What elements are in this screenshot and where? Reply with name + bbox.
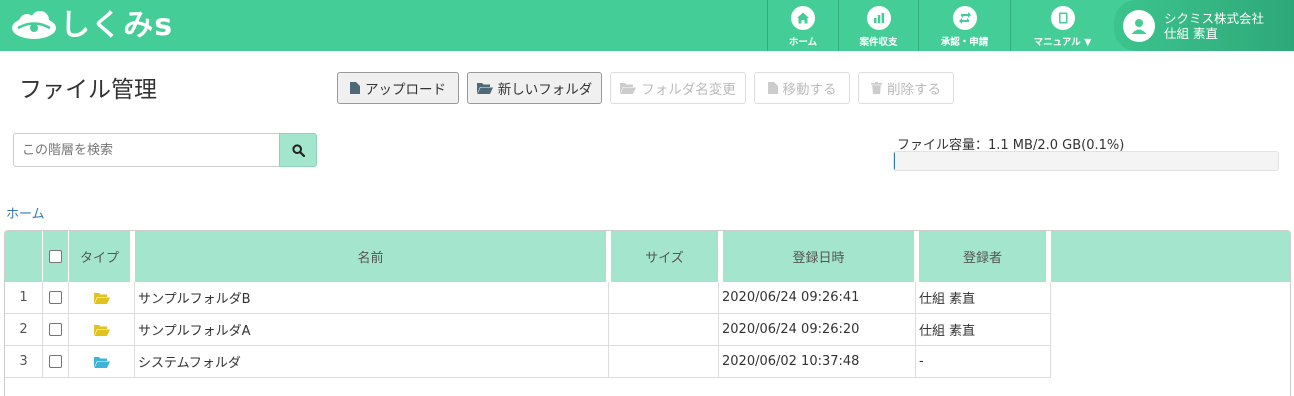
nav-approval[interactable]: 承認・申請 (918, 0, 1010, 51)
table-row[interactable]: 2 サンプルフォルダA 2020/06/24 09:26:20 仕組 素直 (5, 314, 1051, 346)
delete-button-label: 削除する (887, 82, 941, 98)
user-company: シクミス株式会社 (1164, 10, 1265, 26)
row-size (609, 346, 719, 378)
delete-button[interactable]: 削除する (858, 72, 954, 104)
header-type[interactable]: タイプ (69, 231, 135, 282)
table-header: タイプ 名前 サイズ 登録日時 登録者 (5, 231, 1290, 282)
select-all-checkbox[interactable] (49, 250, 62, 263)
row-name[interactable]: サンプルフォルダB (135, 282, 609, 314)
home-icon (791, 6, 815, 30)
file-icon (767, 82, 778, 94)
row-select (43, 346, 69, 378)
new-folder-button-label: 新しいフォルダ (497, 82, 593, 98)
user-menu[interactable]: シクミス株式会社 仕組 素直 (1114, 0, 1294, 51)
row-name[interactable]: システムフォルダ (135, 346, 609, 378)
new-folder-button[interactable]: 新しいフォルダ (467, 72, 602, 104)
breadcrumb-home[interactable]: ホーム (6, 203, 45, 222)
upload-button-label: アップロード (365, 82, 446, 98)
row-date: 2020/06/24 09:26:20 (719, 314, 916, 346)
rename-folder-button[interactable]: フォルダ名変更 (610, 72, 746, 104)
table-row[interactable]: 3 システムフォルダ 2020/06/02 10:37:48 - (5, 346, 1051, 378)
logo[interactable]: しくみs (10, 9, 173, 43)
header-date[interactable]: 登録日時 (723, 231, 919, 282)
folder-open-icon (476, 83, 493, 94)
move-button-label: 移動する (782, 82, 837, 98)
nav-project-balance[interactable]: 案件収支 (838, 0, 918, 51)
folder-open-icon (93, 292, 110, 304)
move-button[interactable]: 移動する (754, 72, 850, 104)
chart-icon (866, 6, 891, 30)
search-icon (291, 143, 305, 157)
logo-text: しくみs (60, 8, 174, 43)
row-checkbox[interactable] (49, 323, 62, 336)
file-capacity-bar (893, 151, 1279, 171)
row-select (43, 282, 69, 314)
header-registrant[interactable]: 登録者 (919, 231, 1051, 282)
row-size (609, 314, 719, 346)
trash-icon (871, 82, 882, 94)
nav-manual-label: マニュアル ▼ (1033, 37, 1092, 48)
row-type (69, 346, 135, 378)
folder-open-icon (93, 324, 110, 336)
row-number: 1 (5, 282, 43, 314)
row-date: 2020/06/02 10:37:48 (719, 346, 916, 378)
row-name[interactable]: サンプルフォルダA (135, 314, 609, 346)
row-checkbox[interactable] (49, 291, 62, 304)
header-size[interactable]: サイズ (611, 231, 723, 282)
row-size (609, 282, 719, 314)
row-registrant: 仕組 素直 (916, 314, 1051, 346)
nav-manual-dropdown[interactable]: マニュアル ▼ (1010, 0, 1114, 51)
folder-open-icon (93, 356, 110, 368)
row-type (69, 282, 135, 314)
row-registrant: - (916, 346, 1051, 378)
upload-button[interactable]: アップロード (337, 72, 459, 104)
search-button[interactable] (279, 133, 317, 167)
file-icon (350, 82, 360, 94)
cloud-logo-icon (12, 11, 56, 39)
header-row-number (5, 231, 43, 282)
book-icon (1050, 6, 1075, 30)
file-table: タイプ 名前 サイズ 登録日時 登録者 1 サンプルフォルダB 2020/06/… (4, 230, 1291, 396)
header-select-all (43, 231, 69, 282)
user-icon (1131, 18, 1147, 34)
folder-open-icon (620, 83, 637, 94)
nav-approval-label: 承認・申請 (940, 37, 989, 48)
row-number: 2 (5, 314, 43, 346)
row-registrant: 仕組 素直 (916, 282, 1051, 314)
header-name[interactable]: 名前 (135, 231, 611, 282)
search-input[interactable] (13, 133, 279, 167)
nav-home[interactable]: ホーム (767, 0, 838, 51)
row-type (69, 314, 135, 346)
file-capacity-fill (894, 152, 896, 170)
row-checkbox[interactable] (49, 355, 62, 368)
nav-project-balance-label: 案件収支 (859, 37, 898, 48)
row-select (43, 314, 69, 346)
nav-home-label: ホーム (788, 37, 818, 48)
page-title: ファイル管理 (19, 77, 157, 103)
user-name: 仕組 素直 (1164, 25, 1218, 41)
row-number: 3 (5, 346, 43, 378)
rename-folder-button-label: フォルダ名変更 (641, 82, 736, 98)
repeat-icon (952, 6, 977, 30)
avatar (1123, 9, 1155, 42)
row-date: 2020/06/24 09:26:41 (719, 282, 916, 314)
top-bar: しくみs ホーム 案件収支 承認・申請 マニュアル ▼ シクミス株式会社 仕組 … (0, 0, 1294, 51)
table-row[interactable]: 1 サンプルフォルダB 2020/06/24 09:26:41 仕組 素直 (5, 282, 1051, 314)
